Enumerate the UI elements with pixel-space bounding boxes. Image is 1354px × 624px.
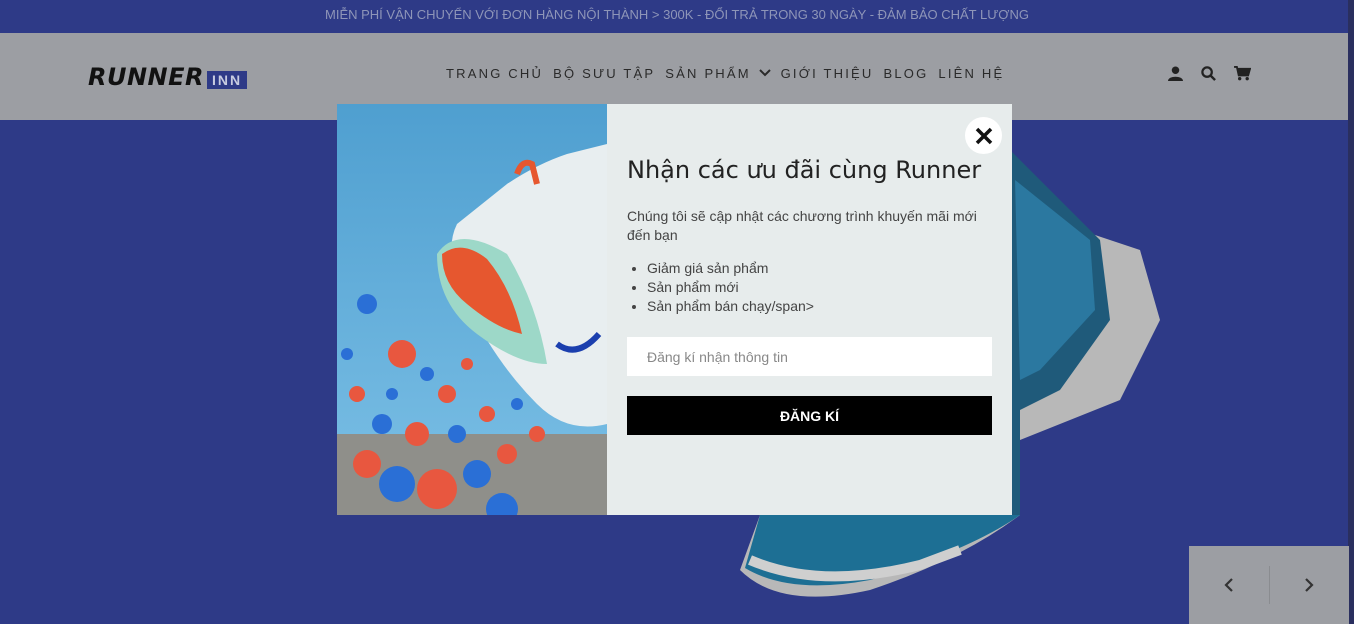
- slider-controls: [1189, 546, 1349, 624]
- logo-word: RUNNER: [88, 63, 205, 91]
- search-icon[interactable]: [1201, 66, 1216, 81]
- slider-prev-button[interactable]: [1189, 546, 1269, 624]
- popup-shoe-image: [337, 104, 607, 515]
- popup-description: Chúng tôi sẽ cập nhật các chương trình k…: [627, 208, 977, 243]
- slider-next-button[interactable]: [1270, 546, 1350, 624]
- chevron-down-icon: [758, 69, 771, 77]
- header-icons: [1168, 66, 1251, 81]
- logo-badge: INN: [207, 71, 248, 89]
- nav-item-home[interactable]: TRANG CHỦ: [446, 66, 543, 81]
- promo-text: MIỄN PHÍ VẬN CHUYỂN VỚI ĐƠN HÀNG NỘI THÀ…: [325, 7, 1029, 22]
- popup-content: Nhận các ưu đãi cùng Runner Chúng tôi sẽ…: [607, 104, 1012, 515]
- newsletter-popup: Nhận các ưu đãi cùng Runner Chúng tôi sẽ…: [337, 104, 1012, 515]
- nav-item-contact[interactable]: LIÊN HỆ: [938, 66, 1004, 81]
- nav-item-blog[interactable]: BLOG: [883, 66, 928, 81]
- logo[interactable]: RUNNER INN: [88, 63, 248, 91]
- popup-benefits-list: Giảm giá sản phẩm Sản phẩm mới Sản phẩm …: [627, 259, 814, 316]
- benefit-item: Giảm giá sản phẩm: [647, 259, 814, 278]
- chevron-left-icon: [1224, 578, 1233, 592]
- nav-item-collection[interactable]: BỘ SƯU TẬP: [553, 66, 655, 81]
- chevron-right-icon: [1305, 578, 1314, 592]
- benefit-item: Sản phẩm mới: [647, 278, 814, 297]
- benefit-item: Sản phẩm bán chạy/span>: [647, 297, 814, 316]
- nav-item-about[interactable]: GIỚI THIỆU: [781, 66, 874, 81]
- newsletter-email-input[interactable]: [627, 337, 992, 376]
- subscribe-button[interactable]: ĐĂNG KÍ: [627, 396, 992, 435]
- popup-image-art: [337, 104, 607, 515]
- popup-title: Nhận các ưu đãi cùng Runner: [627, 156, 982, 184]
- nav-item-products[interactable]: SẢN PHẨM: [665, 66, 771, 81]
- nav-item-products-label: SẢN PHẨM: [665, 66, 751, 81]
- user-icon[interactable]: [1168, 66, 1183, 81]
- cart-icon[interactable]: [1234, 66, 1251, 81]
- close-icon: [975, 127, 992, 144]
- main-nav: TRANG CHỦ BỘ SƯU TẬP SẢN PHẨM GIỚI THIỆU…: [446, 66, 1004, 81]
- scrollbar[interactable]: [1348, 0, 1354, 624]
- promo-bar: MIỄN PHÍ VẬN CHUYỂN VỚI ĐƠN HÀNG NỘI THÀ…: [0, 0, 1354, 33]
- popup-close-button[interactable]: [965, 117, 1002, 154]
